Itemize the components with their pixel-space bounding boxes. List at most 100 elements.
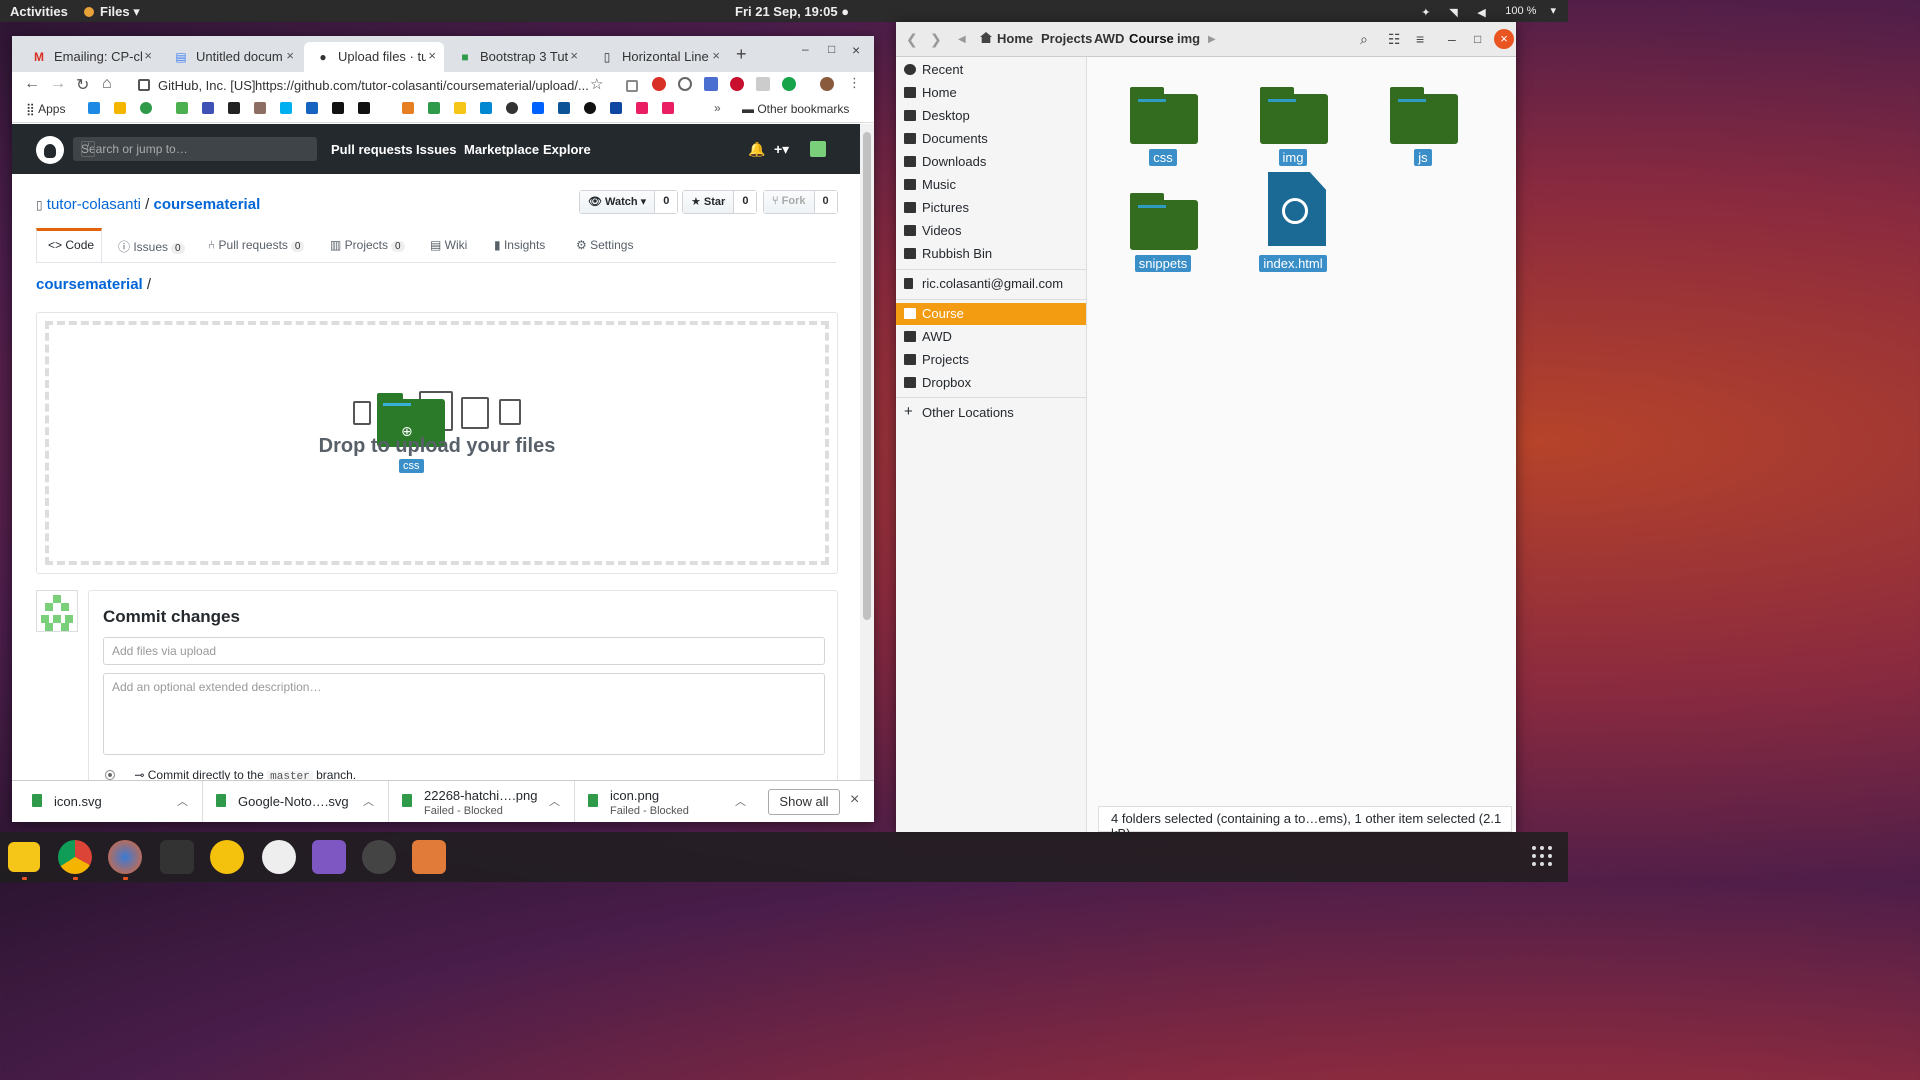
tab-code[interactable]: <> Code [48,238,94,252]
bookmark-icon[interactable] [610,102,622,114]
other-bookmarks-folder[interactable]: ▬ Other bookmarks [742,102,849,116]
repo-owner-link[interactable]: tutor-colasanti [47,196,141,213]
close-window-button[interactable]: × [852,42,860,58]
close-tab-icon[interactable]: × [144,48,152,63]
close-window-button[interactable]: × [1494,29,1514,49]
watch-button[interactable]: 👁 Watch ▾ [580,191,656,213]
show-applications-icon[interactable] [1532,846,1552,866]
terminal-app-icon[interactable] [160,840,194,874]
extension-icon[interactable] [678,77,692,91]
sidebar-item-music[interactable]: Music [896,174,1086,196]
activities-button[interactable]: Activities [10,4,68,19]
download-item[interactable]: 22268-hatchi….png Failed - Blocked ︿ [388,781,575,822]
nav-issues[interactable]: Issues [416,142,456,157]
star-count[interactable]: 0 [734,191,757,213]
sidebar-item-projects[interactable]: Projects [896,349,1086,371]
bookmark-icon[interactable] [176,102,188,114]
folder-css[interactable]: css [1108,80,1218,180]
download-item[interactable]: icon.png Failed - Blocked ︿ [574,781,760,822]
scrollbar-thumb[interactable] [863,132,871,620]
app-icon[interactable] [362,840,396,874]
back-button[interactable]: ← [24,75,40,93]
bookmark-icon[interactable] [114,102,126,114]
close-tab-icon[interactable]: × [428,48,436,63]
lock-icon[interactable] [138,79,150,91]
tab-upload-files[interactable]: ● Upload files · tu × [304,42,444,72]
wifi-icon[interactable]: ◥ [1449,6,1463,19]
battery-label[interactable]: 100 % [1505,5,1536,17]
firefox-app-icon[interactable] [108,840,142,874]
fork-button[interactable]: ⑂ Fork [764,191,815,213]
fork-count[interactable]: 0 [814,191,837,213]
extension-icon[interactable] [756,77,770,91]
sidebar-item-rubbish-bin[interactable]: Rubbish Bin [896,243,1086,265]
show-all-button[interactable]: Show all [768,789,840,815]
chevron-up-icon[interactable]: ︿ [177,793,188,809]
commit-summary-input[interactable]: Add files via upload [103,637,825,665]
sidebar-item-other-locations[interactable]: + Other Locations [896,402,1086,424]
breadcrumb-repo-link[interactable]: coursematerial [36,276,143,293]
bookmark-icon[interactable] [358,102,370,114]
bookmark-icon[interactable] [332,102,344,114]
maximize-button[interactable]: □ [828,42,835,56]
adblock-icon[interactable] [730,77,744,91]
star-button[interactable]: ★ Star [683,191,735,213]
extension-icon[interactable] [626,80,638,92]
close-tab-icon[interactable]: × [712,48,720,63]
close-downloads-icon[interactable]: × [850,791,859,809]
minimize-button[interactable]: – [1448,31,1456,47]
path-left-arrow-icon[interactable]: ◀ [958,34,966,45]
path-awd[interactable]: AWD [1094,31,1124,46]
app-icon[interactable] [412,840,446,874]
home-button[interactable]: ⌂ [102,75,112,93]
atom-app-icon[interactable] [262,840,296,874]
dropbox-bookmark-icon[interactable] [532,102,544,114]
grammarly-icon[interactable] [782,77,796,91]
apps-shortcut[interactable]: ⣿ Apps [26,102,65,116]
site-identity[interactable]: GitHub, Inc. [US] [158,78,256,93]
app-icon[interactable] [210,840,244,874]
notifications-bell-icon[interactable]: 🔔 [748,141,765,158]
bookmark-icon[interactable] [228,102,240,114]
close-tab-icon[interactable]: × [570,48,578,63]
app-menu-files[interactable]: Files ▾ [84,4,140,20]
bookmark-star-icon[interactable]: ☆ [590,75,603,93]
folder-js[interactable]: js [1368,80,1478,180]
page-scrollbar[interactable] [860,124,874,780]
sidebar-item-home[interactable]: Home [896,82,1086,104]
sidebar-item-course[interactable]: Course [896,303,1086,325]
sidebar-item-dropbox[interactable]: Dropbox [896,372,1086,394]
new-tab-button[interactable]: + [736,44,747,65]
nav-pull-requests[interactable]: Pull requests [331,142,413,157]
folder-img[interactable]: img [1238,80,1348,180]
github-logo-icon[interactable] [36,136,64,164]
bookmark-icon[interactable] [480,102,492,114]
bookmark-icon[interactable] [558,102,570,114]
list-view-icon[interactable]: ☷ [1388,31,1401,48]
sidebar-item-videos[interactable]: Videos [896,220,1086,242]
forward-button[interactable]: → [50,75,66,93]
clock[interactable]: Fri 21 Sep, 19:05 ● [735,4,849,19]
bookmark-icon[interactable] [402,102,414,114]
bookmark-icon[interactable] [254,102,266,114]
volume-icon[interactable]: ◀ [1477,6,1491,19]
minimize-button[interactable]: – [802,42,809,56]
commit-description-textarea[interactable]: Add an optional extended description… [103,673,825,755]
commit-direct-option[interactable]: ⊸ Commit directly to the master branch. [105,768,356,780]
path-right-arrow-icon[interactable]: ▶ [1208,34,1216,45]
upload-dropzone[interactable]: Drop to upload your files css ⊕ [36,312,838,574]
nav-marketplace[interactable]: Marketplace [464,142,539,157]
bookmark-icon[interactable] [202,102,214,114]
bookmark-icon[interactable] [428,102,440,114]
tab-untitled-document[interactable]: ▤ Untitled docum × [162,42,302,72]
bookmark-icon[interactable] [88,102,100,114]
path-projects[interactable]: Projects [1041,31,1092,46]
system-tray[interactable]: ✦ ◥ ◀ 100 % ▾ [1421,4,1556,19]
text-editor-app-icon[interactable] [312,840,346,874]
chrome-app-icon[interactable] [58,840,92,874]
github-search-input[interactable]: Search or jump to… / [73,137,317,161]
forward-button[interactable]: ❯ [930,31,942,48]
address-bar[interactable]: https://github.com/tutor-colasanti/cours… [255,78,589,93]
path-img[interactable]: img [1177,31,1200,46]
files-app-icon[interactable] [8,842,40,872]
